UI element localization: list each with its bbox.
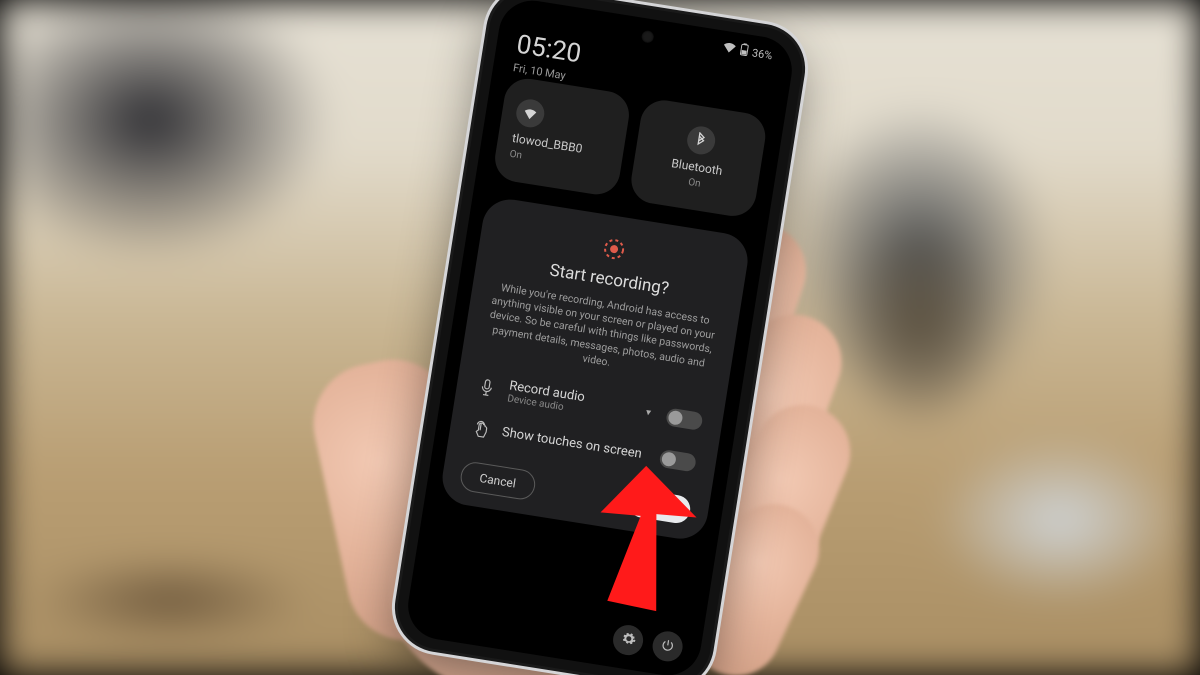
record-icon bbox=[597, 231, 631, 265]
qs-tile-wifi[interactable]: tlowod_BBB0 On bbox=[492, 75, 633, 197]
chevron-down-icon[interactable]: ▾ bbox=[645, 407, 652, 419]
touch-icon bbox=[469, 418, 492, 439]
wifi-icon bbox=[514, 96, 546, 128]
mic-icon bbox=[476, 377, 499, 398]
qs-tile-sub: On bbox=[687, 176, 701, 189]
screen-record-dialog: Start recording? While you're recording,… bbox=[439, 195, 752, 542]
toggle-show-touches[interactable] bbox=[659, 448, 697, 471]
settings-button[interactable] bbox=[611, 622, 645, 656]
battery-icon bbox=[738, 42, 749, 59]
toggle-record-audio[interactable] bbox=[665, 407, 703, 430]
gear-icon bbox=[619, 629, 637, 650]
qs-tiles: tlowod_BBB0 On Bluetooth On bbox=[492, 75, 769, 219]
qs-tile-bluetooth[interactable]: Bluetooth On bbox=[628, 96, 769, 218]
power-icon bbox=[659, 635, 676, 656]
power-button[interactable] bbox=[650, 629, 684, 663]
bluetooth-icon bbox=[685, 123, 717, 155]
qs-tile-label: Bluetooth bbox=[671, 155, 724, 177]
qs-header: 05:20 Fri, 10 May bbox=[512, 30, 583, 84]
start-button[interactable]: Start bbox=[626, 487, 692, 524]
battery-percent: 36% bbox=[751, 45, 773, 61]
cancel-button[interactable]: Cancel bbox=[459, 459, 537, 500]
wifi-icon bbox=[721, 41, 736, 56]
